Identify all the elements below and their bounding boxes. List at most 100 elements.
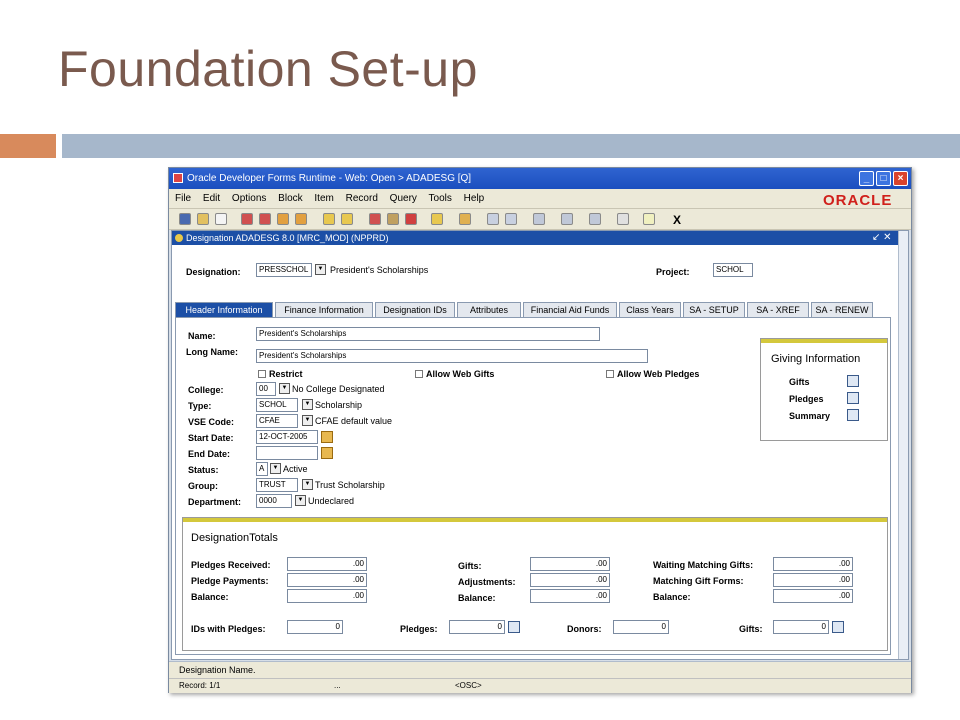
allow-web-gifts-label: Allow Web Gifts [426,369,495,379]
pledge-payments-field[interactable]: .00 [287,573,367,587]
name-field[interactable]: President's Scholarships [256,327,600,341]
type-code-field[interactable]: SCHOL [256,398,298,412]
form-window-controls[interactable]: ↙ ✕ [872,231,892,245]
calendar-icon[interactable] [321,431,333,443]
tab-class-years[interactable]: Class Years [619,302,681,317]
department-code-field[interactable]: 0000 [256,494,292,508]
giving-information-box: Giving Information Gifts Pledges Summary [760,338,888,441]
gear-icon[interactable] [561,213,573,225]
tab-header-information[interactable]: Header Information [175,302,273,317]
enter-query-icon[interactable] [323,213,335,225]
menu-edit[interactable]: Edit [203,193,220,204]
tab-designation-ids[interactable]: Designation IDs [375,302,455,317]
menu-block[interactable]: Block [278,193,302,204]
adjustments-field[interactable]: .00 [530,573,610,587]
vse-code-field[interactable]: CFAE [256,414,298,428]
print-icon[interactable] [459,213,471,225]
balance-matching-field[interactable]: .00 [773,589,853,603]
end-date-field[interactable] [256,446,318,460]
college-code-field[interactable]: 00 [256,382,276,396]
print-preview-icon[interactable] [215,213,227,225]
dropdown-arrow-icon[interactable]: ▼ [315,264,326,275]
dropdown-arrow-icon[interactable]: ▼ [295,495,306,506]
pledges-detail-icon[interactable] [847,392,859,404]
minimize-icon[interactable]: _ [859,171,874,186]
allow-web-pledges-checkbox[interactable] [606,370,614,378]
delete-record-icon[interactable] [405,213,417,225]
menu-record[interactable]: Record [346,193,378,204]
menu-tools[interactable]: Tools [429,193,452,204]
long-name-field[interactable]: President's Scholarships [256,349,648,363]
allow-web-pledges-label: Allow Web Pledges [617,369,700,379]
allow-web-gifts-checkbox[interactable] [415,370,423,378]
status-message: Designation Name. [179,665,256,675]
exit-button[interactable]: X [673,213,681,227]
gifts-detail-icon[interactable] [847,375,859,387]
menu-options[interactable]: Options [232,193,266,204]
lightbulb-icon[interactable] [643,213,655,225]
dropdown-arrow-icon[interactable]: ▼ [302,479,313,490]
project-field[interactable]: SCHOL [713,263,753,277]
tab-sa-renew[interactable]: SA - RENEW [811,302,873,317]
gifts-count-detail-icon[interactable] [832,621,844,633]
pledges-count-detail-icon[interactable] [508,621,520,633]
close-icon[interactable]: × [893,171,908,186]
save-icon[interactable] [179,213,191,225]
dropdown-arrow-icon[interactable]: ▼ [270,463,281,474]
waiting-matching-gifts-field[interactable]: .00 [773,557,853,571]
app-icon [173,173,183,183]
giving-accent-bar [761,339,887,343]
ids-with-pledges-field[interactable]: 0 [287,620,343,634]
long-name-label: Long Name: [186,347,239,357]
totals-title: DesignationTotals [191,532,278,544]
gifts-total-field[interactable]: .00 [530,557,610,571]
pledges-received-field[interactable]: .00 [287,557,367,571]
count-icon[interactable] [533,213,545,225]
matching-gift-forms-field[interactable]: .00 [773,573,853,587]
menu-query[interactable]: Query [390,193,417,204]
tab-sa-xref[interactable]: SA - XREF [747,302,809,317]
balance-gifts-field[interactable]: .00 [530,589,610,603]
summary-detail-icon[interactable] [847,409,859,421]
vertical-scrollbar[interactable] [898,231,908,659]
menu-item[interactable]: Item [314,193,333,204]
balance-pledges-label: Balance: [191,592,229,602]
search-icon[interactable] [487,213,499,225]
status-code-field[interactable]: A [256,462,268,476]
pledges-count-field[interactable]: 0 [449,620,505,634]
execute-query-icon[interactable] [341,213,353,225]
rollback-icon[interactable] [197,213,209,225]
balance-pledges-field[interactable]: .00 [287,589,367,603]
next-record-icon[interactable] [295,213,307,225]
next-block-icon[interactable] [259,213,271,225]
dropdown-arrow-icon[interactable]: ▼ [302,399,313,410]
tab-sa-setup[interactable]: SA - SETUP [683,302,745,317]
remove-record-icon[interactable] [387,213,399,225]
type-desc: Scholarship [315,400,363,410]
dropdown-arrow-icon[interactable]: ▼ [279,383,290,394]
insert-record-icon[interactable] [369,213,381,225]
previous-record-icon[interactable] [277,213,289,225]
menu-help[interactable]: Help [464,193,485,204]
previous-block-icon[interactable] [241,213,253,225]
tab-attributes[interactable]: Attributes [457,302,521,317]
waiting-matching-gifts-label: Waiting Matching Gifts: [653,560,754,570]
donors-field[interactable]: 0 [613,620,669,634]
help-icon[interactable] [589,213,601,225]
zoom-icon[interactable] [505,213,517,225]
designation-code-field[interactable]: PRESSCHOL [256,263,312,277]
menu-file[interactable]: File [175,193,191,204]
oracle-logo: ORACLE [823,192,893,209]
folder-icon[interactable] [431,213,443,225]
gifts-count-field[interactable]: 0 [773,620,829,634]
maximize-icon[interactable]: □ [876,171,891,186]
calendar-icon[interactable] [321,447,333,459]
dropdown-arrow-icon[interactable]: ▼ [302,415,313,426]
group-label: Group: [188,481,218,491]
tab-finance-information[interactable]: Finance Information [275,302,373,317]
start-date-field[interactable]: 12-OCT-2005 [256,430,318,444]
group-code-field[interactable]: TRUST [256,478,298,492]
tab-financial-aid-funds[interactable]: Financial Aid Funds [523,302,617,317]
restrict-checkbox[interactable] [258,370,266,378]
info-icon[interactable] [617,213,629,225]
